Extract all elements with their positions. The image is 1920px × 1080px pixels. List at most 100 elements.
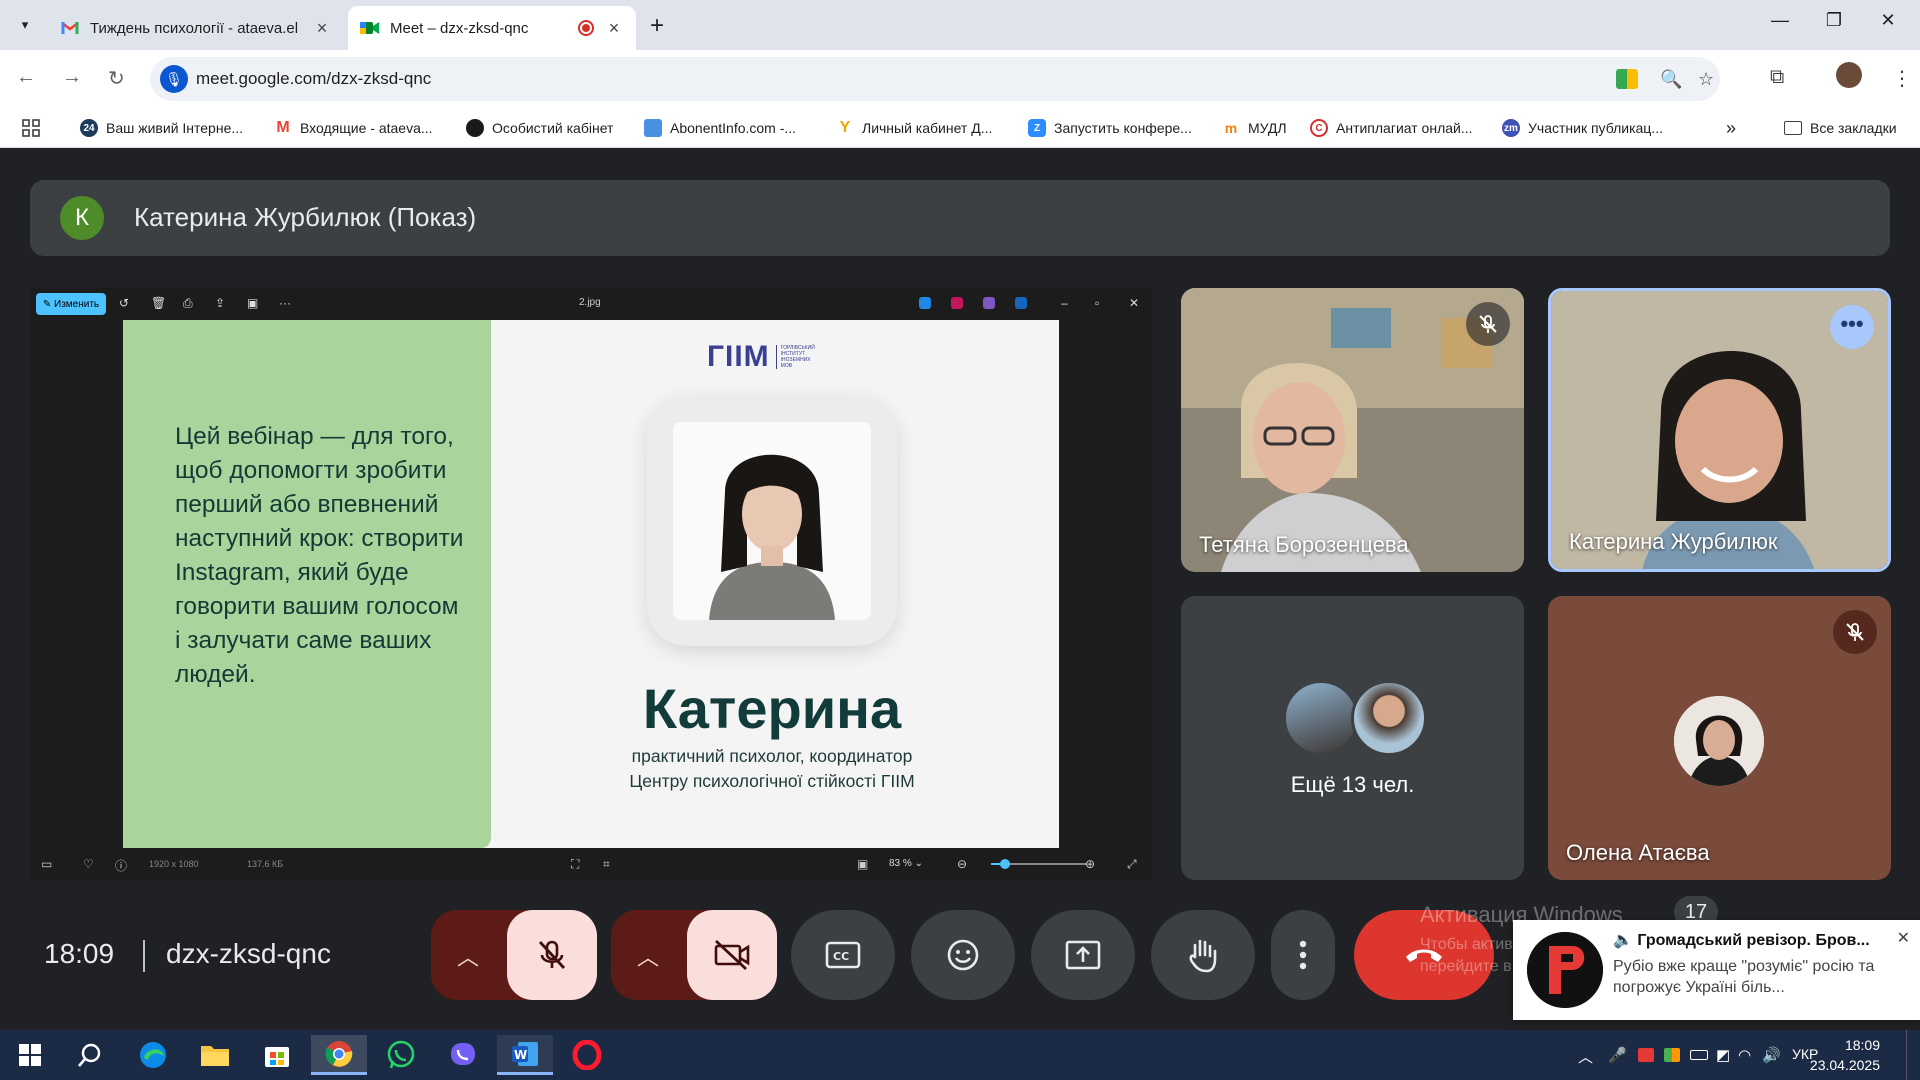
search-button[interactable] <box>62 1035 118 1075</box>
rotate-icon[interactable]: ↺ <box>119 296 129 310</box>
participant-tile[interactable]: Олена Атаєва <box>1548 596 1891 880</box>
bookmark-item[interactable]: m МУДЛ <box>1222 116 1287 140</box>
wifi-icon[interactable]: ◠ <box>1738 1046 1751 1064</box>
viber-app[interactable] <box>435 1035 491 1075</box>
close-tab-icon[interactable]: × <box>312 18 332 39</box>
zoom-icon[interactable]: 🔍 <box>1660 69 1682 90</box>
more-options-button[interactable] <box>1271 910 1335 1000</box>
zoom-dropdown[interactable]: 83 % ⌄ <box>879 854 949 874</box>
filmstrip-icon[interactable]: ▭ <box>41 857 52 871</box>
select-icon[interactable]: ⌗ <box>603 857 610 872</box>
more-icon[interactable]: ··· <box>279 296 291 310</box>
share-icon[interactable]: ⇪ <box>215 296 225 310</box>
photo-viewer-statusbar: ▭ ♡ ⓘ 1920 x 1080 137.6 КБ ⛶ ⌗ ▣ 83 % ⌄ … <box>31 848 1152 880</box>
favorite-icon[interactable]: ♡ <box>83 857 94 871</box>
mic-tray-icon[interactable]: 🎤 <box>1608 1046 1627 1064</box>
zoom-slider[interactable] <box>991 859 1087 869</box>
zoom-slider-knob[interactable] <box>1000 859 1010 869</box>
opera-app[interactable] <box>559 1035 615 1075</box>
all-bookmarks[interactable]: Все закладки <box>1784 116 1897 140</box>
actual-size-icon[interactable]: ▣ <box>857 857 868 871</box>
back-icon[interactable]: ← <box>16 66 36 89</box>
participant-group-tile[interactable]: Ещё 13 чел. <box>1181 596 1524 880</box>
info-icon[interactable]: ⓘ <box>115 857 127 874</box>
captions-button[interactable]: CC <box>791 910 895 1000</box>
fullscreen-icon[interactable]: ⤢ <box>1127 857 1137 872</box>
more-options-icon[interactable]: ••• <box>1830 305 1874 349</box>
file-explorer-app[interactable] <box>187 1035 243 1075</box>
presenter-banner: К Катерина Журбилюк (Показ) <box>30 180 1890 256</box>
bookmark-item[interactable]: zm Участник публикац... <box>1502 116 1663 140</box>
delete-icon[interactable]: 🗑 <box>151 296 166 310</box>
more-bookmarks-icon[interactable]: » <box>1726 116 1736 140</box>
zoom-out-icon[interactable]: ⊖ <box>957 857 967 871</box>
logo-text: ГІІМ <box>707 340 770 373</box>
camera-toggle-button[interactable] <box>687 910 777 1000</box>
battery-icon[interactable] <box>1690 1050 1708 1060</box>
bookmark-item[interactable]: Особистий кабінет <box>466 116 613 140</box>
restore-icon[interactable]: ▫ <box>1095 296 1099 310</box>
app-tray-icon[interactable] <box>1664 1048 1680 1062</box>
apps-icon[interactable] <box>22 116 40 140</box>
bookmark-item[interactable]: M Входящие - ataeva... <box>274 116 432 140</box>
mic-toggle-button[interactable] <box>507 910 597 1000</box>
app-icon[interactable] <box>983 297 995 309</box>
info-icon[interactable]: ▣ <box>247 296 258 310</box>
bookmark-item[interactable]: Z Запустить конфере... <box>1028 116 1192 140</box>
raise-hand-button[interactable] <box>1151 910 1255 1000</box>
taskbar-clock[interactable]: 18:09 23.04.2025 <box>1810 1035 1880 1075</box>
camera-in-use-icon[interactable] <box>1616 69 1638 89</box>
chrome-app[interactable] <box>311 1035 367 1075</box>
whatsapp-app[interactable] <box>373 1035 429 1075</box>
menu-icon[interactable]: ⋮ <box>1892 66 1912 91</box>
meeting-code[interactable]: dzx-zksd-qnc <box>166 938 331 970</box>
app-icon[interactable] <box>919 297 931 309</box>
shared-screen[interactable]: ✎ Изменить ↺ 🗑 ⎙ ⇪ ▣ ··· 2.jpg – ▫ ✕ Цей… <box>31 288 1152 880</box>
address-bar[interactable]: 🎙 meet.google.com/dzx-zksd-qnc 🔍 ☆ <box>150 57 1720 101</box>
profile-avatar[interactable] <box>1836 62 1862 88</box>
tab-search-button[interactable]: ▾ <box>12 12 38 38</box>
recording-tray-icon[interactable] <box>1638 1048 1654 1062</box>
present-button[interactable] <box>1031 910 1135 1000</box>
tray-expand-icon[interactable]: ︿ <box>1578 1046 1593 1067</box>
moodle-icon: m <box>1224 120 1238 136</box>
onedrive-icon[interactable] <box>1015 297 1027 309</box>
show-desktop-button[interactable] <box>1906 1030 1910 1080</box>
crop-icon[interactable]: ⛶ <box>571 857 579 872</box>
close-icon[interactable]: ✕ <box>1129 296 1139 310</box>
store-app[interactable] <box>249 1035 305 1075</box>
edit-button[interactable]: ✎ Изменить <box>36 293 106 315</box>
tab-meet[interactable]: Meet – dzx-zksd-qnc × <box>348 6 636 50</box>
bookmark-star-icon[interactable]: ☆ <box>1698 69 1714 90</box>
mic-options-chevron-icon[interactable]: ︿ <box>457 940 479 972</box>
edge-app[interactable] <box>125 1035 181 1075</box>
forward-icon[interactable]: → <box>62 66 82 89</box>
bookmark-item[interactable]: AbonentInfo.com -... <box>644 116 796 140</box>
extensions-icon[interactable]: ⧉ <box>1770 66 1784 89</box>
bookmark-item[interactable]: C Антиплагиат онлай... <box>1310 116 1473 140</box>
app-icon[interactable] <box>951 297 963 309</box>
toast-notification[interactable]: 🔈 Громадський ревізор. Бров... Рубіо вже… <box>1513 920 1920 1020</box>
reactions-button[interactable] <box>911 910 1015 1000</box>
reload-icon[interactable]: ↻ <box>108 66 125 91</box>
minimize-icon[interactable]: — <box>1760 10 1800 31</box>
zoom-in-icon[interactable]: ⊕ <box>1085 857 1095 871</box>
participant-tile[interactable]: Тетяна Борозенцева <box>1181 288 1524 572</box>
close-notification-icon[interactable]: ✕ <box>1897 928 1910 948</box>
tab-gmail[interactable]: Тиждень психології - ataeva.el × <box>48 6 344 50</box>
bookmark-item[interactable]: 24 Ваш живий Інтерне... <box>80 116 243 140</box>
color-tray-icon[interactable]: ◩ <box>1716 1046 1730 1064</box>
print-icon[interactable]: ⎙ <box>183 296 193 311</box>
close-window-icon[interactable]: ✕ <box>1868 10 1908 31</box>
volume-icon[interactable]: 🔊 <box>1762 1046 1781 1064</box>
file-name: 2.jpg <box>579 297 601 308</box>
close-tab-icon[interactable]: × <box>604 18 624 39</box>
start-button[interactable] <box>2 1035 58 1075</box>
bookmark-item[interactable]: Y Личный кабинет Д... <box>836 116 993 140</box>
participant-tile[interactable]: ••• Катерина Журбилюк <box>1548 288 1891 572</box>
word-app[interactable]: W <box>497 1035 553 1075</box>
minimize-icon[interactable]: – <box>1061 296 1068 310</box>
new-tab-button[interactable]: + <box>650 12 664 40</box>
camera-options-chevron-icon[interactable]: ︿ <box>637 940 659 972</box>
restore-icon[interactable]: ❐ <box>1814 10 1854 31</box>
